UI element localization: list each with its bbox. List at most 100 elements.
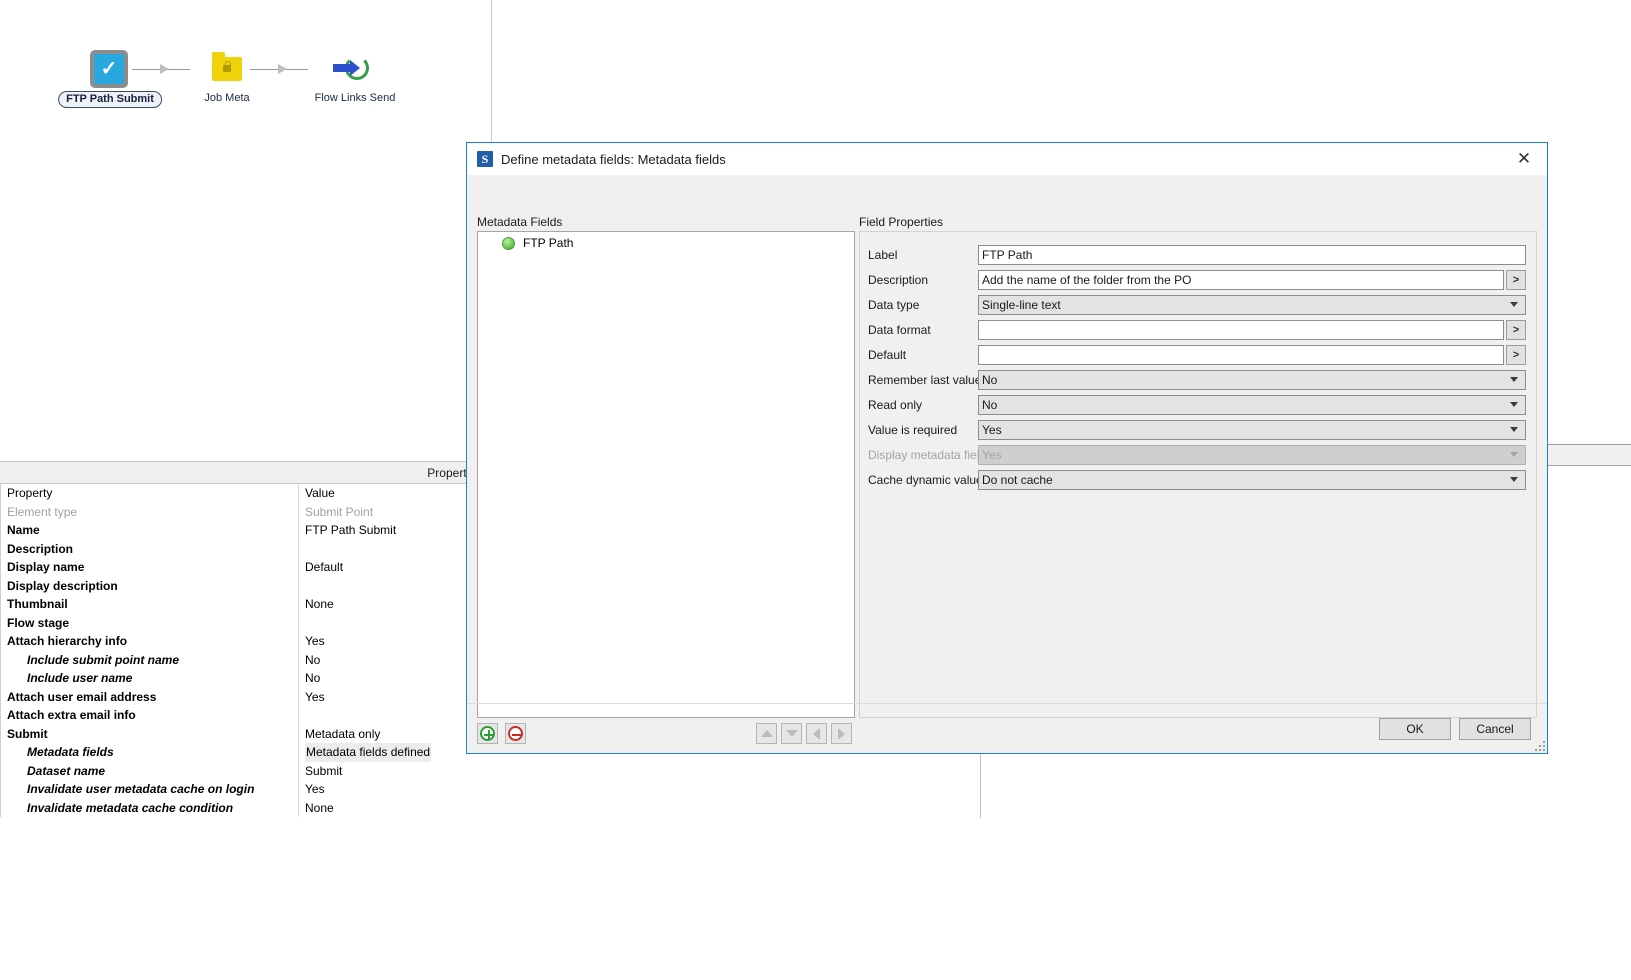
table-row[interactable]: Include user name No <box>1 669 492 688</box>
property-value-cell[interactable]: None <box>299 799 492 818</box>
table-row[interactable]: Attach user email address Yes <box>1 687 492 707</box>
property-value-cell[interactable] <box>299 540 492 559</box>
table-row[interactable]: Display description <box>1 576 492 596</box>
table-row[interactable]: Thumbnail None <box>1 595 492 614</box>
input-data-format[interactable] <box>978 319 1504 340</box>
field-properties-section-label: Field Properties <box>859 215 944 229</box>
field-control: > <box>978 319 1526 340</box>
field-label: Read only <box>868 397 923 412</box>
browse-button[interactable]: > <box>1506 319 1526 340</box>
table-row[interactable]: Metadata fields Metadata fields defined <box>1 743 492 762</box>
field-label: Display metadata field <box>868 447 987 462</box>
property-name-cell: Attach extra email info <box>1 706 299 725</box>
column-header-property: Property <box>1 484 299 503</box>
table-row[interactable]: Attach extra email info <box>1 706 492 725</box>
flow-node-job-meta[interactable]: Job Meta <box>187 50 267 104</box>
property-value-cell[interactable]: Yes <box>299 688 492 707</box>
ok-button[interactable]: OK <box>1379 717 1451 740</box>
field-control: No <box>978 369 1526 390</box>
dropdown-read-only[interactable]: No <box>978 394 1526 415</box>
property-value-cell[interactable]: FTP Path Submit <box>299 521 492 540</box>
table-row[interactable]: Include submit point name No <box>1 650 492 670</box>
property-value-cell[interactable]: Metadata only <box>299 725 492 744</box>
table-row[interactable]: Element type Submit Point <box>1 502 492 522</box>
chevron-down-icon <box>1510 427 1518 432</box>
browse-button[interactable]: > <box>1506 269 1526 290</box>
list-item[interactable]: FTP Path <box>478 232 854 254</box>
flow-node-flow-links-send[interactable]: Flow Links Send <box>305 50 405 104</box>
dropdown-value-is-required[interactable]: Yes <box>978 419 1526 440</box>
property-value-cell[interactable]: Submit Point <box>299 503 492 522</box>
panel-divider <box>980 750 981 818</box>
field-row: Data type Single-line text <box>860 292 1536 317</box>
field-row: Remember last value No <box>860 367 1536 392</box>
dropdown-selected-value: No <box>982 372 998 387</box>
properties-grid-header: Property Value <box>1 484 492 503</box>
property-name-cell: Invalidate user metadata cache on login <box>1 780 299 799</box>
app-icon: S <box>477 151 493 167</box>
table-row[interactable]: Invalidate metadata cache condition None <box>1 798 492 818</box>
property-value-cell[interactable]: Default <box>299 558 492 577</box>
dialog-body: Metadata Fields Field Properties FTP Pat… <box>467 175 1547 753</box>
field-label: Cache dynamic values <box>868 472 989 487</box>
input-default[interactable] <box>978 344 1504 365</box>
property-name-cell: Include user name <box>1 669 299 688</box>
dropdown-selected-value: Yes <box>982 447 1002 462</box>
list-item-label: FTP Path <box>523 236 574 250</box>
browse-button[interactable]: > <box>1506 344 1526 365</box>
property-value-cell[interactable]: No <box>299 651 492 670</box>
field-control: Single-line text <box>978 294 1526 315</box>
table-row[interactable]: Submit Metadata only <box>1 724 492 744</box>
table-row[interactable]: Dataset name Submit <box>1 761 492 781</box>
flow-canvas[interactable]: ✓ FTP Path Submit Job Meta Flow Links Se… <box>0 0 492 462</box>
field-row: Description Add the name of the folder fr… <box>860 267 1536 292</box>
cancel-button[interactable]: Cancel <box>1459 717 1531 740</box>
field-row: Display metadata field Yes <box>860 442 1536 467</box>
metadata-fields-tree[interactable]: FTP Path <box>477 231 855 718</box>
dialog-title-bar[interactable]: S Define metadata fields: Metadata field… <box>467 143 1547 175</box>
dropdown-remember-last-value[interactable]: No <box>978 369 1526 390</box>
table-row[interactable]: Invalidate user metadata cache on login Y… <box>1 780 492 799</box>
property-value-cell[interactable]: None <box>299 595 492 614</box>
property-value-cell[interactable]: Submit <box>299 762 492 781</box>
property-name-cell: Display description <box>1 576 299 595</box>
property-value-cell[interactable]: Yes <box>299 632 492 651</box>
input-label[interactable]: FTP Path <box>978 244 1526 265</box>
dropdown-selected-value: Do not cache <box>982 472 1053 487</box>
dropdown-data-type[interactable]: Single-line text <box>978 294 1526 315</box>
properties-panel-title: Properties <box>0 462 492 484</box>
property-name-cell: Description <box>1 539 299 558</box>
input-description[interactable]: Add the name of the folder from the PO <box>978 269 1504 290</box>
field-row: Default > <box>860 342 1536 367</box>
chevron-down-icon <box>1510 402 1518 407</box>
flow-links-send-icon <box>333 56 369 82</box>
dropdown-selected-value: Yes <box>982 422 1002 437</box>
table-row[interactable]: Attach hierarchy info Yes <box>1 632 492 651</box>
flow-node-label: Flow Links Send <box>314 92 396 104</box>
property-value-cell[interactable]: Metadata fields defined <box>299 743 492 762</box>
table-row[interactable]: Description <box>1 539 492 559</box>
field-row: Data format > <box>860 317 1536 342</box>
resize-grip[interactable] <box>1535 741 1545 751</box>
property-value-cell[interactable]: Yes <box>299 780 492 799</box>
property-value-cell[interactable] <box>299 577 492 596</box>
property-value-cell[interactable] <box>299 706 492 725</box>
properties-grid[interactable]: Property Value Element type Submit Point N… <box>0 484 492 817</box>
close-icon[interactable]: ✕ <box>1501 143 1547 175</box>
property-name-cell: Display name <box>1 558 299 577</box>
table-row[interactable]: Name FTP Path Submit <box>1 521 492 540</box>
table-row[interactable]: Flow stage <box>1 613 492 633</box>
flow-node-ftp-path-submit[interactable]: ✓ FTP Path Submit <box>58 50 162 108</box>
field-control: Add the name of the folder from the PO > <box>978 269 1526 290</box>
property-name-cell: Invalidate metadata cache condition <box>1 798 299 817</box>
property-value-cell[interactable] <box>299 614 492 633</box>
field-label: Data format <box>868 322 931 337</box>
property-value-cell[interactable]: No <box>299 669 492 688</box>
field-properties-group: Label FTP Path Description Add the name of … <box>859 231 1537 718</box>
connector-arrow-icon <box>278 64 287 74</box>
dropdown-cache-dynamic-values[interactable]: Do not cache <box>978 469 1526 490</box>
metadata-fields-section-label: Metadata Fields <box>477 215 563 229</box>
table-row[interactable]: Display name Default <box>1 558 492 577</box>
field-row: Read only No <box>860 392 1536 417</box>
field-control: Yes <box>978 419 1526 440</box>
